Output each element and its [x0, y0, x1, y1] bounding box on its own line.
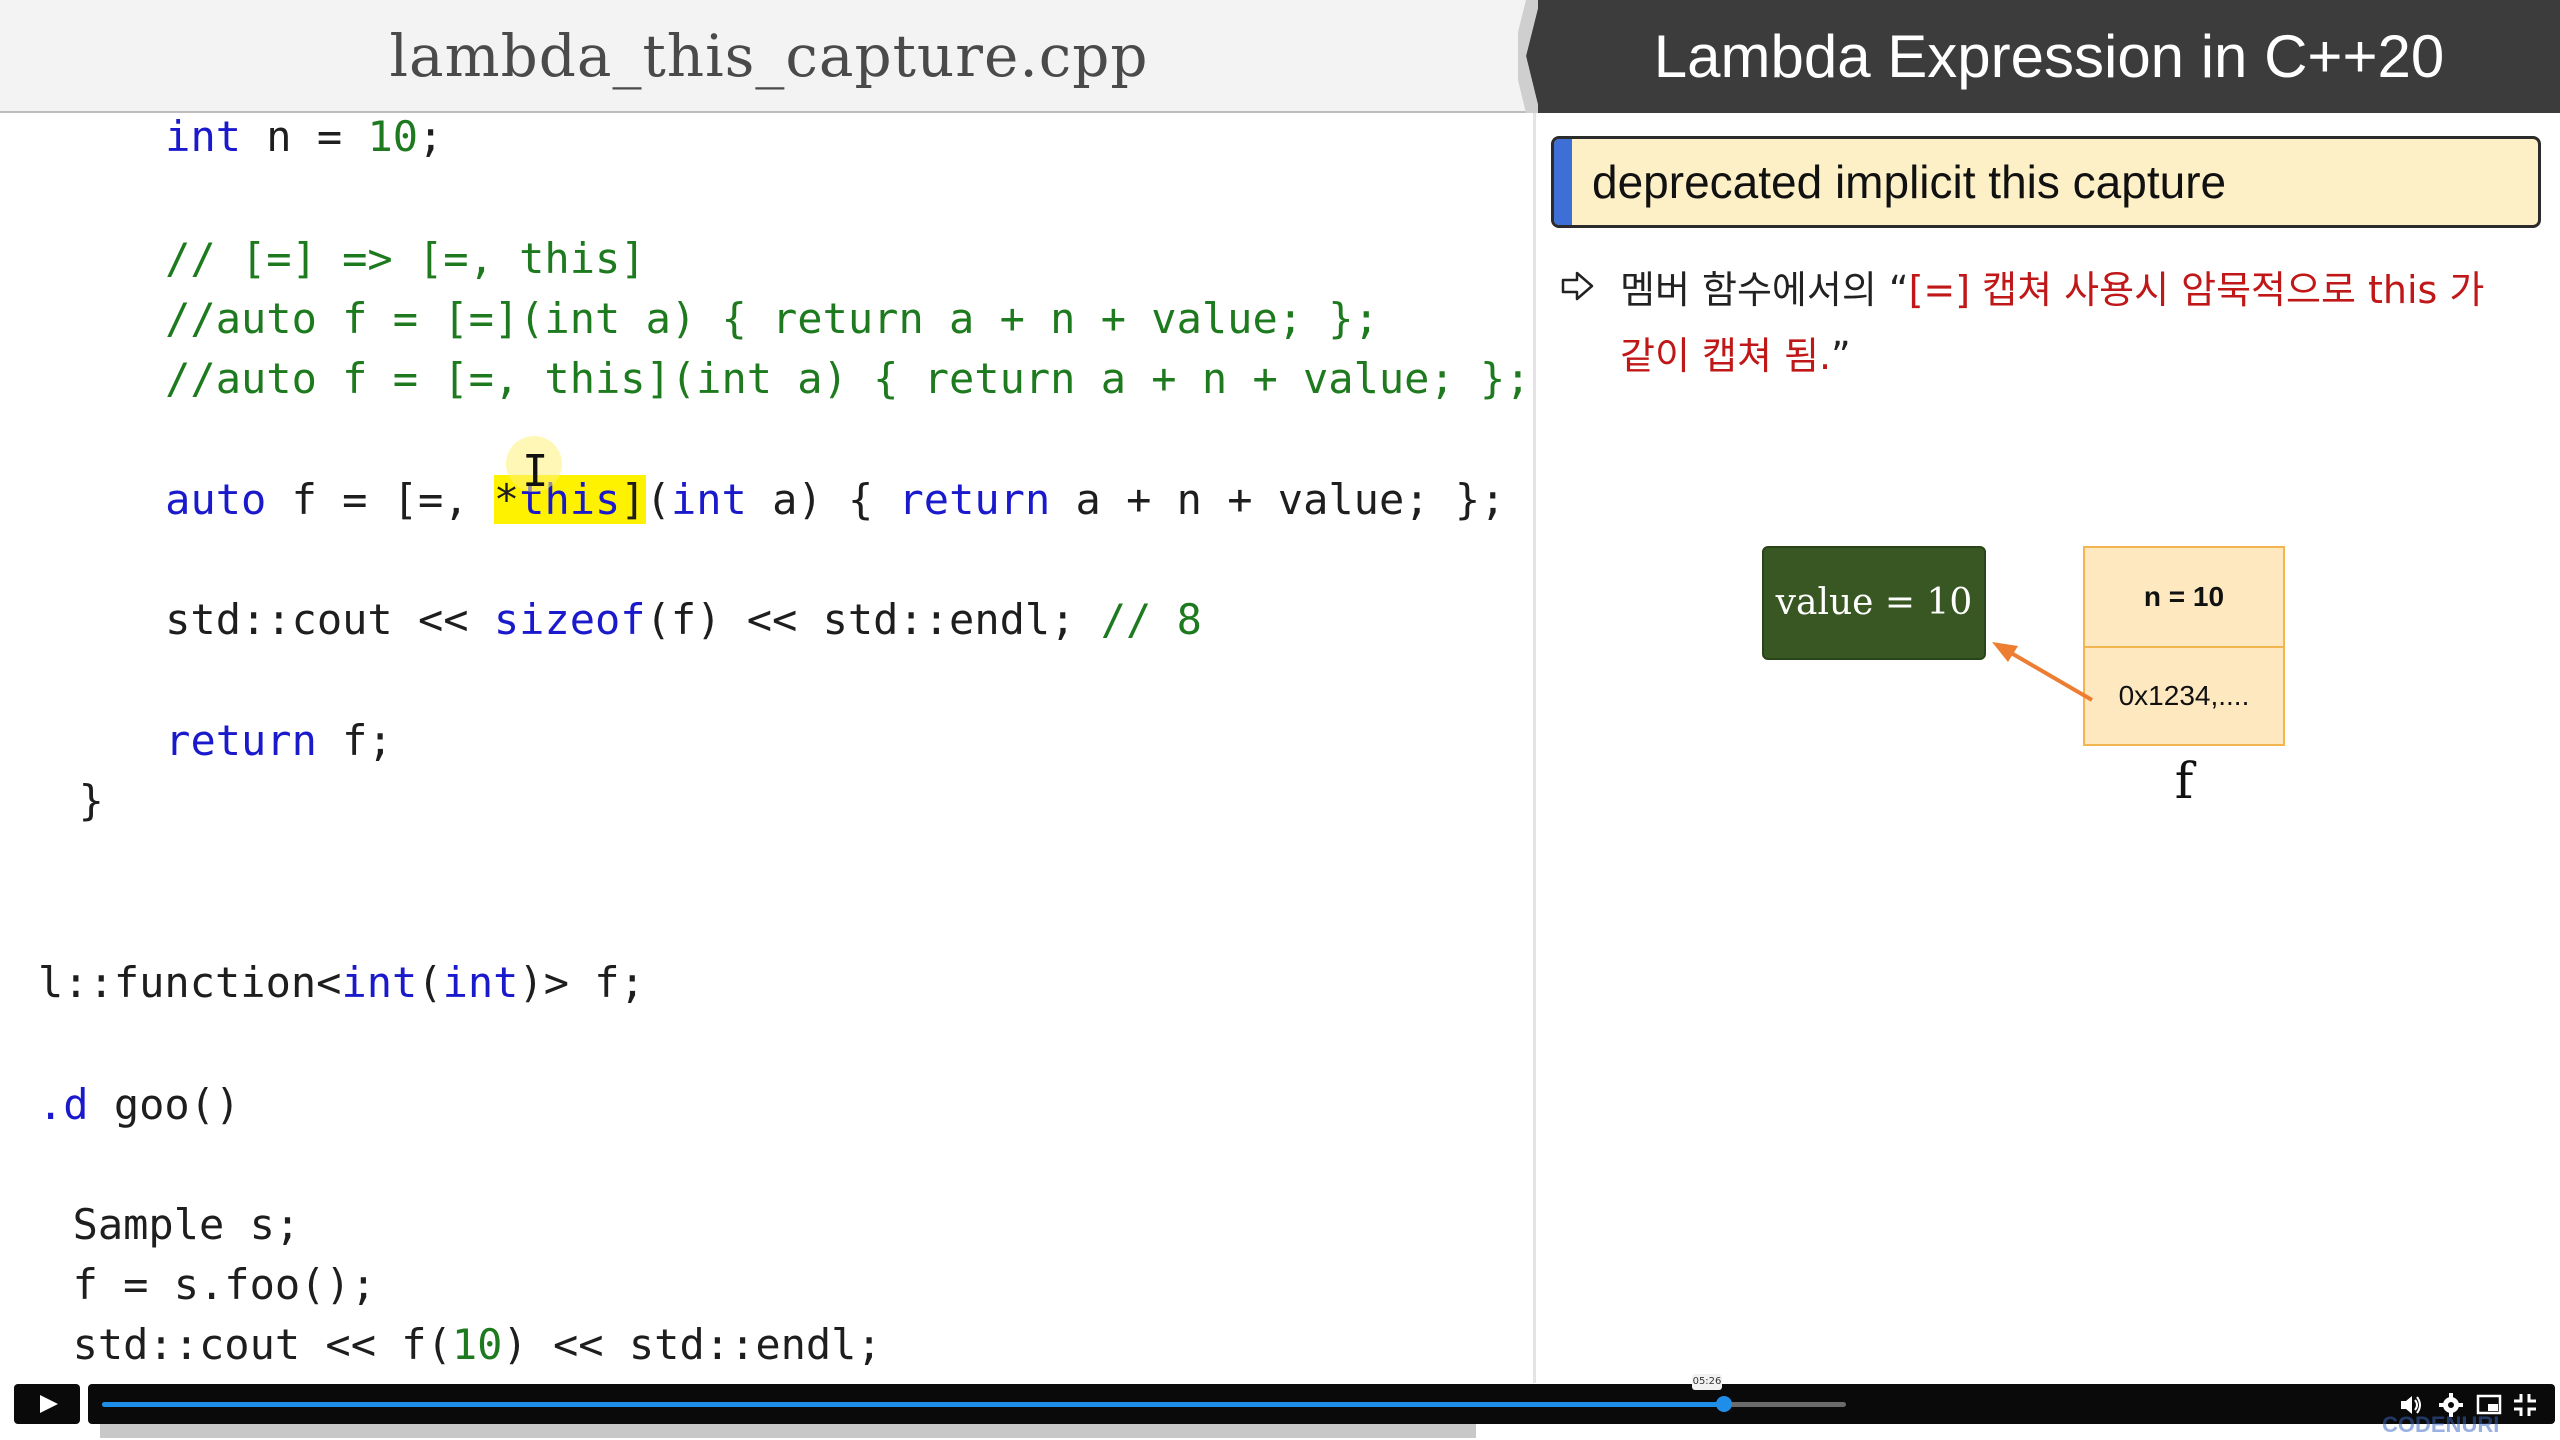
code-token: int: [341, 958, 418, 1007]
code-line: f = s.foo();: [22, 1255, 376, 1315]
file-title: lambda_this_capture.cpp: [389, 22, 1149, 90]
code-line: std::cout << sizeof(f) << std::endl; // …: [64, 590, 1202, 650]
code-token: std::cout << f(: [22, 1320, 452, 1369]
code-token: //auto f = [=](int a) { return a + n + v…: [64, 294, 1379, 343]
code-line: .d goo(): [38, 1075, 240, 1135]
code-token: l::function<: [38, 958, 342, 1007]
code-line: l::function<int(int)> f;: [38, 953, 645, 1013]
code-line: return f;: [64, 711, 393, 771]
text-cursor-icon: I: [522, 446, 549, 497]
play-button[interactable]: [14, 1384, 80, 1424]
time-tooltip: 05:26: [1692, 1374, 1722, 1390]
code-token: a) {: [746, 475, 899, 524]
code-line: std::cout << f(10) << std::endl;: [22, 1315, 882, 1375]
code-token: 10: [367, 113, 419, 161]
fullscreen-exit-icon[interactable]: [2512, 1392, 2538, 1418]
bullet-emphasis-1: [=] 캡쳐 사용시 암묵적으로 this 가: [1908, 268, 2485, 312]
code-token: n =: [241, 113, 368, 161]
topic-text: deprecated implicit this capture: [1592, 156, 2227, 208]
code-token: std::cout <<: [64, 595, 494, 644]
value-box: value = 10: [1762, 546, 1986, 660]
code-token: )> f;: [518, 958, 645, 1007]
code-token: f;: [316, 716, 393, 765]
code-token: auto: [165, 475, 267, 524]
brand-watermark: CODENURI: [2382, 1412, 2500, 1437]
code-token: ) << std::endl;: [502, 1320, 882, 1369]
bullet-text-line-2: 같이 캡쳐 됨.”: [1620, 328, 1851, 384]
code-editor[interactable]: int n = 10; // [=] => [=, this] //auto f…: [0, 113, 1533, 1383]
code-token: Sample s;: [22, 1200, 301, 1249]
pointer-arrow: [1992, 642, 2094, 702]
lambda-object-box: n = 10 0x1234,....: [2083, 546, 2285, 746]
seek-progress: [102, 1402, 1724, 1407]
code-token: int: [165, 113, 242, 161]
code-token: (: [417, 958, 443, 1007]
code-line: //auto f = [=, this](int a) { return a +…: [64, 349, 1531, 409]
code-token: ;: [418, 113, 444, 161]
code-token: f = [=,: [266, 475, 494, 524]
play-icon: [40, 1395, 58, 1413]
code-line: Sample s;: [22, 1195, 301, 1255]
bullet-suffix: ”: [1831, 334, 1851, 378]
file-header: lambda_this_capture.cpp: [0, 0, 1538, 113]
code-token: return: [898, 475, 1051, 524]
code-token: sizeof: [493, 595, 646, 644]
code-token: //auto f = [=, this](int a) { return a +…: [64, 354, 1531, 403]
code-line: //auto f = [=](int a) { return a + n + v…: [64, 289, 1379, 349]
seek-bar[interactable]: [88, 1384, 2555, 1424]
slide-title: Lambda Expression in C++20: [1653, 23, 2445, 90]
code-token: goo(): [88, 1080, 241, 1129]
member-n-cell: n = 10: [2085, 548, 2283, 648]
topic-accent-bar: [1554, 139, 1572, 225]
code-line: }: [28, 771, 104, 831]
code-token: .d: [38, 1080, 89, 1129]
slide-header: Lambda Expression in C++20: [1538, 0, 2560, 113]
code-token: int: [442, 958, 519, 1007]
code-token: (f) << std::endl;: [645, 595, 1101, 644]
code-token: // 8: [1100, 595, 1202, 644]
caption-strip: [100, 1424, 1476, 1438]
code-token: // [=] => [=, this]: [64, 234, 646, 283]
panel-divider: [1533, 113, 1536, 1383]
code-token: ](: [620, 475, 671, 524]
bullet-prefix: 멤버 함수에서의 “: [1620, 268, 1909, 312]
code-line: // [=] => [=, this]: [64, 229, 646, 289]
code-line: auto f = [=, *this](int a) { return a + …: [64, 470, 1505, 530]
bullet-text-line-1: 멤버 함수에서의 “[=] 캡쳐 사용시 암묵적으로 this 가: [1620, 262, 2484, 318]
this-pointer-cell: 0x1234,....: [2118, 680, 2250, 711]
code-token: }: [28, 776, 104, 825]
bullet-emphasis-2: 같이 캡쳐 됨.: [1620, 334, 1832, 378]
arrow-right-icon: [1561, 271, 1594, 301]
seek-handle[interactable]: [1715, 1396, 1732, 1412]
code-token: f = s.foo();: [22, 1260, 377, 1309]
topic-box: deprecated implicit this capture: [1551, 136, 2541, 228]
object-label: f: [2174, 752, 2194, 810]
code-token: return: [165, 716, 317, 765]
code-token: int: [670, 475, 747, 524]
code-token: a + n + value; };: [1050, 475, 1506, 524]
code-token: 10: [451, 1320, 503, 1369]
code-line: int n = 10;: [64, 113, 443, 167]
